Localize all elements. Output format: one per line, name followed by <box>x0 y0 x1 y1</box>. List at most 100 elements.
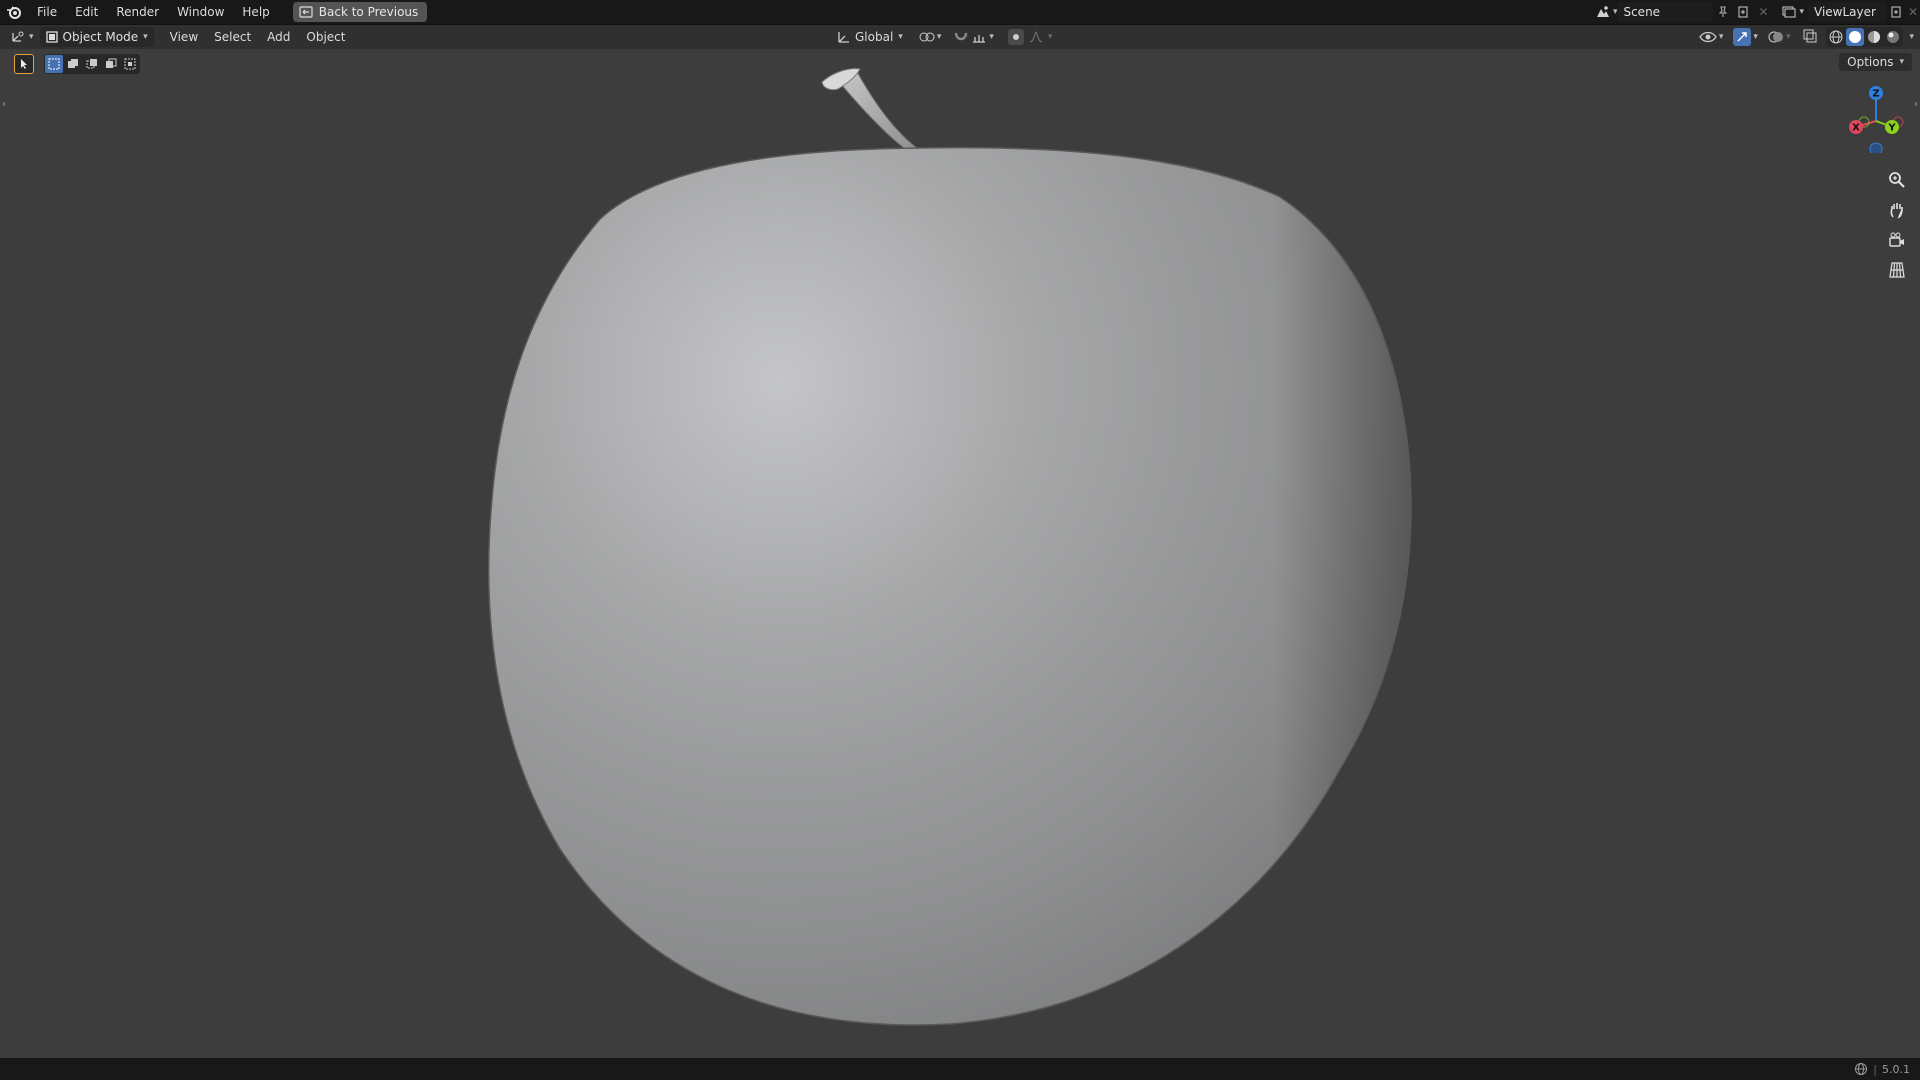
visibility-dropdown[interactable]: ▾ <box>1699 30 1724 44</box>
material-preview-icon <box>1868 31 1881 43</box>
new-view-layer-icon[interactable] <box>1886 2 1906 22</box>
cursor-arrow-icon <box>21 59 27 69</box>
snap-magnet-icon[interactable] <box>953 30 969 44</box>
invert-selection-mode-button[interactable] <box>102 55 120 73</box>
chevron-down-icon[interactable]: ▾ <box>1048 32 1053 42</box>
subtract-selection-mode-button[interactable] <box>83 55 101 73</box>
proportional-editing[interactable]: ▾ <box>1007 29 1053 45</box>
viewport-header: ▾ Object Mode ▾ View Select Add Object G… <box>0 25 1920 49</box>
select-set-icon <box>48 58 60 70</box>
overlays-icon[interactable] <box>1768 29 1784 45</box>
pivot-point-icon <box>919 32 935 42</box>
menu-edit[interactable]: Edit <box>66 0 107 24</box>
toolbar-expand-icon[interactable]: › <box>2 99 6 110</box>
menu-add[interactable]: Add <box>259 30 298 44</box>
zoom-icon <box>1889 172 1905 188</box>
back-to-previous-label: Back to Previous <box>318 5 419 19</box>
menu-window[interactable]: Window <box>168 0 233 24</box>
delete-scene-icon[interactable]: ✕ <box>1753 2 1773 22</box>
new-selection-mode-button[interactable] <box>45 55 63 73</box>
intersect-selection-mode-button[interactable] <box>121 55 139 73</box>
3d-viewport[interactable]: › ‹ Options ▾ Z X Y <box>0 49 1920 1058</box>
chevron-down-icon: ▾ <box>936 32 942 42</box>
menu-object[interactable]: Object <box>298 30 353 44</box>
snap-controls[interactable]: ▾ <box>953 30 994 44</box>
select-tool-button[interactable] <box>14 54 34 74</box>
shading-options-dropdown-icon[interactable]: ▾ <box>1909 32 1914 42</box>
blender-logo-icon[interactable] <box>0 0 28 24</box>
transform-controls: Global ▾ ▾ ▾ ▾ <box>836 25 1052 49</box>
menu-render[interactable]: Render <box>107 0 168 24</box>
snap-increment-icon[interactable] <box>971 30 987 44</box>
pivot-point-dropdown[interactable]: ▾ <box>919 30 942 44</box>
chevron-down-icon[interactable]: ▾ <box>989 32 994 42</box>
x-axis-label: X <box>1852 123 1860 134</box>
perspective-toggle-button[interactable] <box>1884 257 1910 283</box>
hand-icon <box>1890 203 1903 219</box>
new-scene-icon[interactable] <box>1733 2 1753 22</box>
camera-icon <box>1889 232 1904 247</box>
blender-version-label: 5.0.1 <box>1882 1062 1910 1076</box>
z-axis-label: Z <box>1872 89 1879 100</box>
select-intersect-icon <box>124 58 136 70</box>
extend-selection-mode-button[interactable] <box>64 55 82 73</box>
material-preview-button[interactable] <box>1865 28 1883 46</box>
menu-help[interactable]: Help <box>233 0 278 24</box>
back-to-previous-button[interactable]: Back to Previous <box>292 2 428 22</box>
delete-view-layer-icon[interactable]: ✕ <box>1906 2 1920 22</box>
view-layer-dropdown-icon[interactable]: ▾ <box>1799 7 1804 17</box>
3d-viewport-editor-icon <box>12 31 24 42</box>
pan-view-button[interactable] <box>1884 197 1910 223</box>
falloff-curve-icon[interactable] <box>1028 30 1044 44</box>
neg-z-handle[interactable] <box>1869 142 1883 153</box>
transform-orientation-dropdown[interactable]: Global ▾ <box>836 30 903 44</box>
navigation-gizmo[interactable]: Z X Y <box>1838 81 1910 153</box>
chevron-down-icon: ▾ <box>1718 32 1724 42</box>
menu-view[interactable]: View <box>162 30 206 44</box>
transform-orientation-label: Global <box>855 30 894 44</box>
chevron-down-icon[interactable]: ▾ <box>1753 32 1758 42</box>
select-subtract-icon <box>86 59 97 69</box>
overlays-toggle[interactable]: ▾ <box>1768 29 1791 45</box>
scene-name-field[interactable]: Scene <box>1617 2 1714 22</box>
gizmo-toggle[interactable]: ▾ <box>1733 28 1758 46</box>
viewport-display-controls: ▾ ▾ ▾ ▾ <box>1699 25 1914 49</box>
view-layer-selector[interactable]: ▾ ViewLayer ✕ <box>1779 2 1920 22</box>
select-extend-icon <box>68 59 78 68</box>
pin-icon[interactable] <box>1713 2 1733 22</box>
gizmo-icon[interactable] <box>1733 28 1752 46</box>
xray-icon[interactable] <box>1802 28 1818 44</box>
chevron-down-icon[interactable]: ▾ <box>1786 32 1791 42</box>
editor-type-selector[interactable]: ▾ <box>10 30 34 44</box>
xray-toggle[interactable] <box>1802 28 1818 47</box>
view-layer-icon[interactable] <box>1779 2 1799 22</box>
rendered-shading-button[interactable] <box>1884 28 1902 46</box>
selection-mode-group <box>44 54 140 74</box>
selectability-visibility-icon <box>1699 31 1717 43</box>
zoom-view-button[interactable] <box>1884 167 1910 193</box>
solid-sphere-icon <box>1849 31 1862 43</box>
solid-shading-button[interactable] <box>1846 28 1865 46</box>
apple-mesh[interactable] <box>0 49 1920 1058</box>
select-invert-icon <box>106 58 117 68</box>
separator: | <box>1873 1062 1877 1076</box>
editor-type-dropdown-icon: ▾ <box>29 32 34 42</box>
options-dropdown[interactable]: Options ▾ <box>1839 53 1912 71</box>
menu-select[interactable]: Select <box>206 30 259 44</box>
camera-view-button[interactable] <box>1884 227 1910 253</box>
proportional-edit-icon <box>1012 34 1019 40</box>
view-layer-name-field[interactable]: ViewLayer <box>1808 2 1886 22</box>
shading-mode-group <box>1826 27 1904 47</box>
scene-icon[interactable] <box>1593 2 1613 22</box>
sidebar-expand-icon[interactable]: ‹ <box>1914 99 1918 110</box>
menu-file[interactable]: File <box>28 0 66 24</box>
y-axis-label: Y <box>1887 123 1896 134</box>
scene-selector[interactable]: ▾ Scene ✕ <box>1593 2 1774 22</box>
status-bar: | 5.0.1 <box>0 1058 1920 1080</box>
object-mode-icon <box>45 31 58 43</box>
wireframe-shading-button[interactable] <box>1827 28 1845 46</box>
network-globe-icon[interactable] <box>1854 1062 1868 1076</box>
chevron-down-icon: ▾ <box>143 32 148 42</box>
object-mode-dropdown[interactable]: Object Mode ▾ <box>39 27 154 47</box>
proportional-edit-toggle[interactable] <box>1007 29 1024 45</box>
